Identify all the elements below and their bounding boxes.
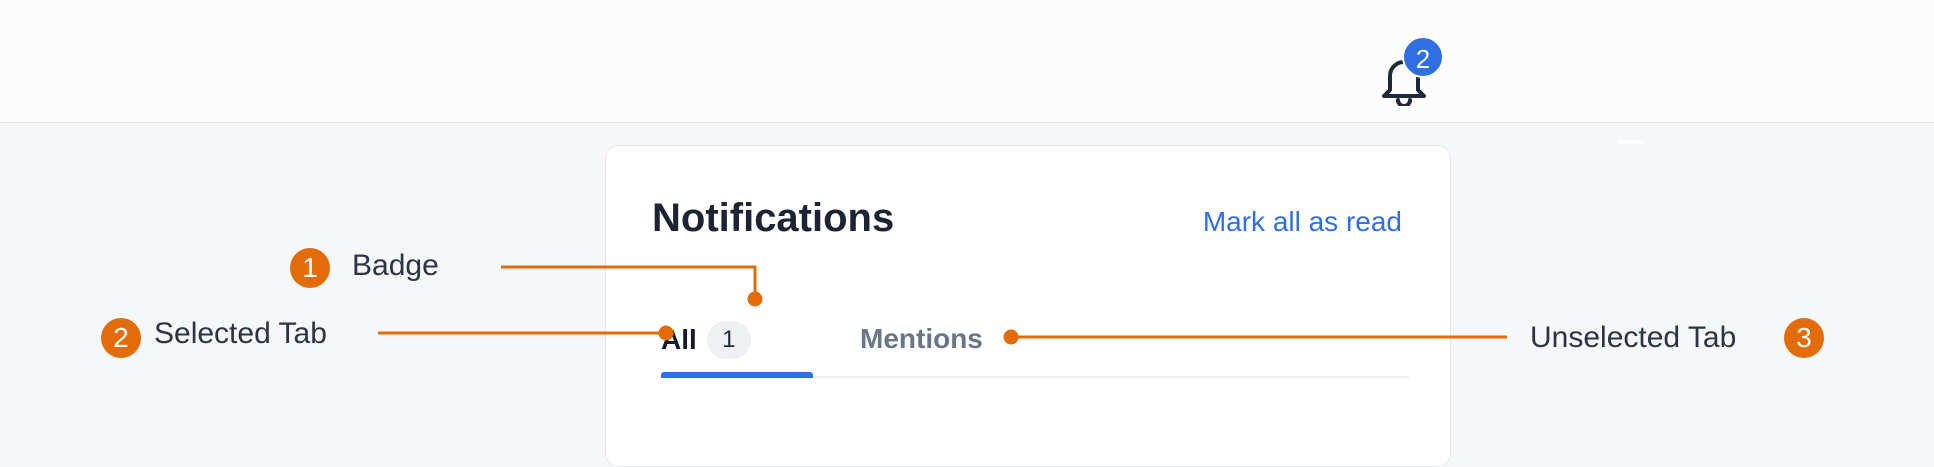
callout-label-selected-tab: Selected Tab [154,317,327,350]
callout-number-2: 2 [101,318,141,358]
callout-number-1: 1 [290,248,330,288]
callout-number-3: 3 [1784,318,1824,358]
callout-label-unselected-tab: Unselected Tab [1530,321,1737,354]
callout-lines [378,265,1507,345]
callout-label-badge: Badge [352,249,439,282]
